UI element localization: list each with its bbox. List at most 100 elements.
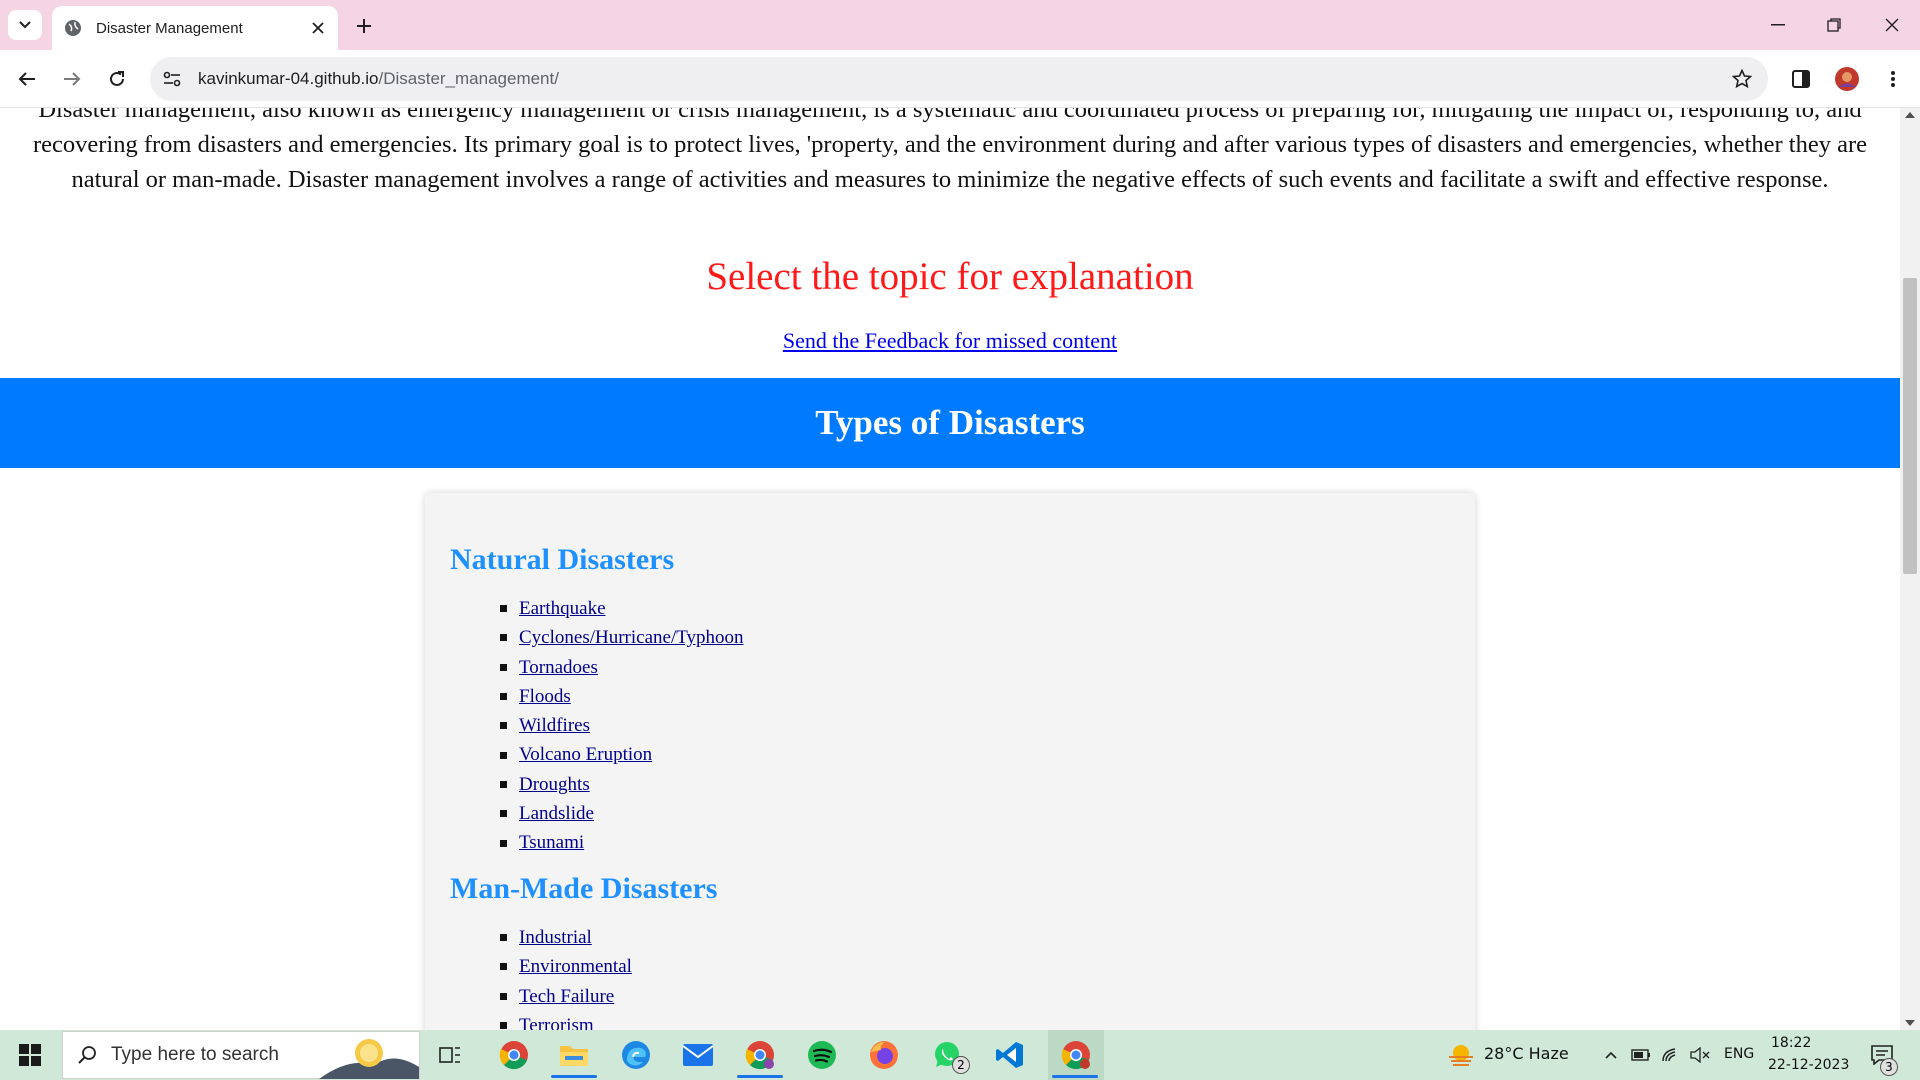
list-item: Droughts [500, 770, 744, 799]
reload-button[interactable] [100, 62, 134, 96]
link-earthquake[interactable]: Earthquake [519, 594, 606, 623]
bullet [500, 605, 507, 613]
taskbar-file-explorer[interactable] [552, 1030, 596, 1080]
taskbar-chrome-1[interactable] [492, 1030, 536, 1080]
list-item: Cyclones/Hurricane/Typhoon [500, 623, 744, 652]
link-cyclones[interactable]: Cyclones/Hurricane/Typhoon [519, 623, 744, 652]
tab-title: Disaster Management [96, 19, 243, 37]
bullet [500, 839, 507, 847]
side-panel-icon [1792, 70, 1810, 88]
search-highlight-image-icon [319, 1039, 419, 1079]
url-text[interactable]: kavinkumar-04.github.io/Disaster_managem… [198, 69, 1724, 89]
haze-sun-icon [1449, 1045, 1473, 1066]
edge-icon [622, 1041, 650, 1069]
topic-heading: Select the topic for explanation [706, 255, 1194, 298]
more-vert-icon [1891, 71, 1895, 87]
arrow-right-icon [64, 72, 81, 86]
intro-paragraph: Disaster management, also known as emerg… [32, 108, 1868, 193]
weather-widget[interactable] [1444, 1030, 1478, 1080]
tab-disaster-management[interactable]: Disaster Management [52, 6, 338, 50]
taskbar-mail[interactable] [676, 1030, 720, 1080]
weather-text[interactable]: 28°C Haze [1484, 1044, 1569, 1063]
side-panel-button[interactable] [1784, 62, 1818, 96]
mail-icon [682, 1044, 714, 1066]
taskbar-chrome-2[interactable] [738, 1030, 782, 1080]
running-indicator [551, 1075, 597, 1078]
taskbar-vscode[interactable] [988, 1030, 1032, 1080]
scroll-up-arrow-icon[interactable] [1905, 112, 1915, 118]
list-item: Tsunami [500, 828, 744, 857]
taskbar-spotify[interactable] [800, 1030, 844, 1080]
profile-avatar[interactable] [1830, 62, 1864, 96]
list-item: Landslide [500, 799, 744, 828]
chrome-profile-icon [745, 1041, 774, 1070]
language-indicator[interactable]: ENG [1724, 1046, 1754, 1062]
close-icon [1885, 18, 1899, 32]
natural-disasters-list: Earthquake Cyclones/Hurricane/Typhoon To… [500, 594, 744, 858]
spotify-icon [808, 1041, 836, 1069]
close-tab-icon[interactable] [306, 16, 330, 40]
link-landslide[interactable]: Landslide [519, 799, 594, 828]
link-tsunami[interactable]: Tsunami [519, 828, 584, 857]
link-floods[interactable]: Floods [519, 682, 571, 711]
page-scrollbar[interactable] [1900, 108, 1920, 1030]
list-item: Volcano Eruption [500, 740, 744, 769]
whatsapp-badge: 2 [952, 1056, 970, 1074]
battery-icon [1631, 1049, 1650, 1061]
clock-time[interactable]: 18:22 [1771, 1035, 1811, 1051]
network-status[interactable] [1658, 1030, 1684, 1080]
new-tab-button[interactable] [350, 12, 378, 40]
restore-button[interactable] [1806, 0, 1862, 50]
battery-status[interactable] [1628, 1030, 1654, 1080]
chrome-profile-icon [1061, 1041, 1090, 1070]
tab-search-button[interactable] [8, 10, 42, 40]
bullet [500, 693, 507, 701]
vscode-icon [996, 1042, 1023, 1068]
close-window-button[interactable] [1864, 0, 1920, 50]
bullet [500, 992, 507, 1000]
bookmark-star-icon[interactable] [1724, 61, 1760, 97]
clock-date[interactable]: 22-12-2023 [1768, 1057, 1849, 1073]
taskbar-chrome-active[interactable] [1048, 1030, 1104, 1080]
browser-menu-button[interactable] [1876, 62, 1910, 96]
taskbar-whatsapp[interactable]: 2 [924, 1030, 972, 1080]
link-volcano-eruption[interactable]: Volcano Eruption [519, 740, 652, 769]
site-info-icon[interactable] [154, 61, 190, 97]
list-item: Wildfires [500, 711, 744, 740]
forward-button[interactable] [55, 62, 89, 96]
list-item: Terrorism [500, 1011, 632, 1030]
search-icon [78, 1046, 96, 1064]
scrollbar-thumb[interactable] [1903, 278, 1917, 574]
volume-status[interactable] [1688, 1030, 1712, 1080]
link-tech-failure[interactable]: Tech Failure [519, 982, 614, 1011]
search-placeholder: Type here to search [111, 1044, 279, 1065]
show-hidden-icons[interactable] [1600, 1030, 1622, 1080]
link-environmental[interactable]: Environmental [519, 952, 632, 981]
notifications-button[interactable]: 3 [1862, 1030, 1902, 1080]
url-host: kavinkumar-04.github.io [198, 69, 379, 88]
list-item: Earthquake [500, 594, 744, 623]
link-wildfires[interactable]: Wildfires [519, 711, 590, 740]
url-path: /Disaster_management/ [378, 69, 559, 88]
task-view-button[interactable] [432, 1030, 468, 1080]
taskbar-search[interactable]: Type here to search [62, 1031, 420, 1079]
link-terrorism[interactable]: Terrorism [519, 1011, 594, 1030]
taskbar-edge[interactable] [614, 1030, 658, 1080]
back-button[interactable] [10, 62, 44, 96]
address-bar[interactable]: kavinkumar-04.github.io/Disaster_managem… [150, 57, 1768, 101]
link-industrial[interactable]: Industrial [519, 923, 592, 952]
arrow-left-icon [18, 72, 35, 86]
scroll-down-arrow-icon[interactable] [1905, 1020, 1915, 1026]
folder-icon [560, 1046, 588, 1066]
feedback-link[interactable]: Send the Feedback for missed content [783, 328, 1117, 353]
firefox-icon [870, 1041, 898, 1069]
taskbar-firefox[interactable] [862, 1030, 906, 1080]
chrome-icon [499, 1041, 528, 1070]
volume-muted-icon [1690, 1047, 1710, 1063]
bullet [500, 634, 507, 642]
link-tornadoes[interactable]: Tornadoes [519, 653, 598, 682]
start-button[interactable] [0, 1030, 60, 1080]
minimize-button[interactable] [1750, 0, 1806, 50]
reload-icon [110, 71, 124, 86]
link-droughts[interactable]: Droughts [519, 770, 590, 799]
